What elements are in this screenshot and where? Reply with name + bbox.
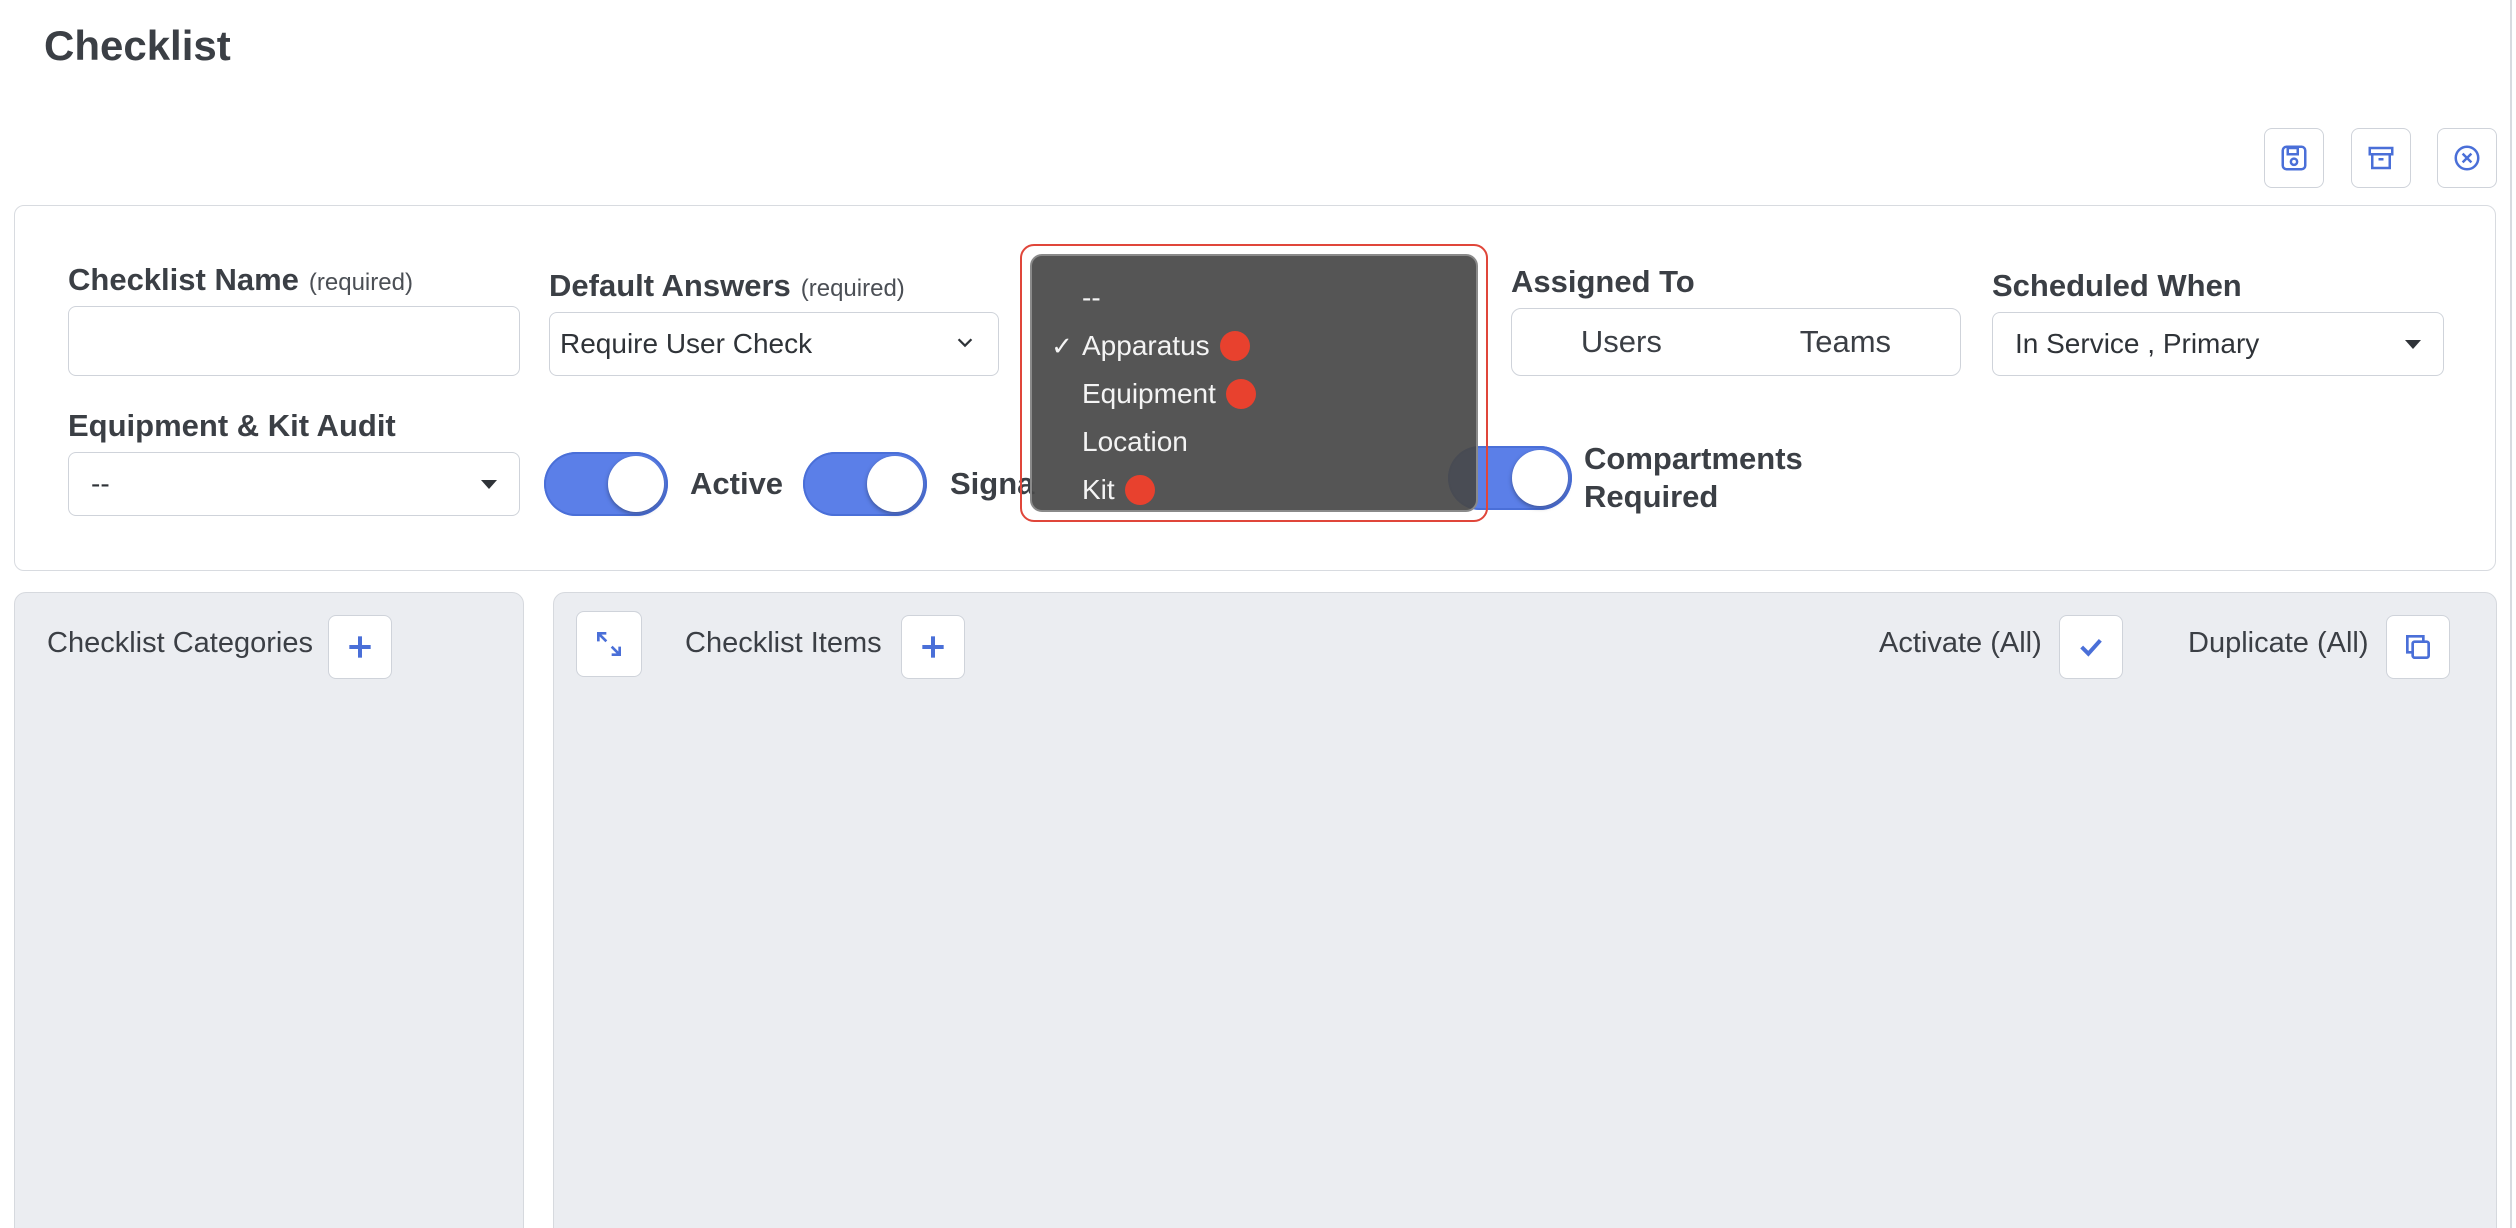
dropdown-item-label: --	[1082, 282, 1101, 313]
toggle-knob	[1512, 450, 1568, 506]
expand-icon	[597, 632, 621, 656]
dropdown-item-location[interactable]: Location	[1032, 420, 1188, 464]
caret-down-icon	[481, 479, 497, 489]
dropdown-item-none[interactable]: --	[1032, 276, 1101, 320]
checklist-items-title: Checklist Items	[685, 627, 882, 659]
default-answers-select[interactable]: Require User Check	[549, 312, 999, 376]
save-icon	[2281, 145, 2307, 171]
default-answers-value: Require User Check	[560, 328, 813, 359]
scheduled-when-value: In Service , Primary	[2015, 328, 2260, 359]
plus-icon	[922, 636, 944, 658]
scheduled-when-label: Scheduled When	[1992, 268, 2242, 303]
checklist-name-label-text: Checklist Name	[68, 262, 299, 297]
save-button[interactable]	[2264, 128, 2324, 188]
dropdown-item-apparatus[interactable]: ✓ Apparatus	[1032, 324, 1250, 368]
default-answers-label-text: Default Answers	[549, 268, 791, 303]
equipment-kit-audit-label: Equipment & Kit Audit	[68, 408, 396, 443]
compartments-required-label: Compartments Required	[1584, 440, 1803, 516]
plus-icon	[349, 636, 371, 658]
checklist-categories-card: Checklist Categories	[14, 592, 524, 1228]
archive-icon	[2368, 146, 2394, 170]
dropdown-item-label: Location	[1082, 426, 1188, 457]
duplicate-all-button[interactable]	[2386, 615, 2450, 679]
red-dot-marker	[1219, 331, 1250, 361]
toggle-knob	[867, 456, 923, 512]
activate-all-button[interactable]	[2059, 615, 2123, 679]
equipment-kit-audit-value: --	[91, 468, 110, 499]
checklist-page: Checklist Checklist Name (required) Defau…	[0, 0, 2516, 1228]
default-answers-label: Default Answers (required)	[549, 268, 905, 304]
equipment-kit-audit-select[interactable]: --	[68, 452, 520, 516]
page-title: Checklist	[44, 22, 231, 69]
red-dot-marker	[1124, 475, 1155, 505]
add-item-button[interactable]	[901, 615, 965, 679]
check-icon: ✓	[1051, 330, 1073, 361]
required-hint: (required)	[800, 275, 905, 302]
red-dot-marker	[1225, 379, 1256, 409]
copy-icon	[2406, 635, 2430, 659]
active-toggle[interactable]	[544, 452, 668, 516]
duplicate-all-label: Duplicate (All)	[2188, 627, 2369, 659]
signature-toggle[interactable]	[803, 452, 927, 516]
close-circle-icon	[2454, 145, 2480, 171]
active-label: Active	[690, 466, 784, 501]
close-button[interactable]	[2437, 128, 2497, 188]
checklist-name-label: Checklist Name (required)	[68, 262, 413, 298]
assigned-to-label: Assigned To	[1511, 264, 1695, 299]
dropdown-item-equipment[interactable]: Equipment	[1032, 372, 1256, 416]
assigned-to-segmented: Users Teams	[1511, 308, 1961, 376]
check-icon	[2080, 638, 2102, 657]
activate-all-label: Activate (All)	[1879, 627, 2042, 659]
compartments-label-line2: Required	[1584, 479, 1719, 514]
checklist-items-card: Checklist Items Activate (All) Duplicate…	[553, 592, 2497, 1228]
expand-button[interactable]	[576, 611, 642, 677]
checklist-categories-title: Checklist Categories	[47, 627, 313, 659]
archive-button[interactable]	[2351, 128, 2411, 188]
dropdown-item-kit[interactable]: Kit	[1032, 468, 1155, 512]
chevron-down-icon	[954, 328, 976, 360]
type-dropdown-highlight: -- ✓ Apparatus Equipment Location Kit	[1020, 244, 1488, 522]
dropdown-item-label: Equipment	[1082, 378, 1216, 409]
dropdown-item-label: Apparatus	[1082, 330, 1210, 361]
right-scroll-border	[2510, 0, 2512, 1228]
scheduled-when-select[interactable]: In Service , Primary	[1992, 312, 2444, 376]
compartments-label-line1: Compartments	[1584, 441, 1803, 476]
type-dropdown-menu: -- ✓ Apparatus Equipment Location Kit	[1030, 254, 1478, 512]
required-hint: (required)	[308, 269, 413, 296]
caret-down-icon	[2405, 339, 2421, 349]
dropdown-item-label: Kit	[1082, 474, 1115, 505]
checklist-name-input[interactable]	[68, 306, 520, 376]
assigned-teams-option[interactable]: Teams	[1800, 324, 1891, 360]
add-category-button[interactable]	[328, 615, 392, 679]
assigned-users-option[interactable]: Users	[1581, 324, 1662, 360]
toggle-knob	[608, 456, 664, 512]
